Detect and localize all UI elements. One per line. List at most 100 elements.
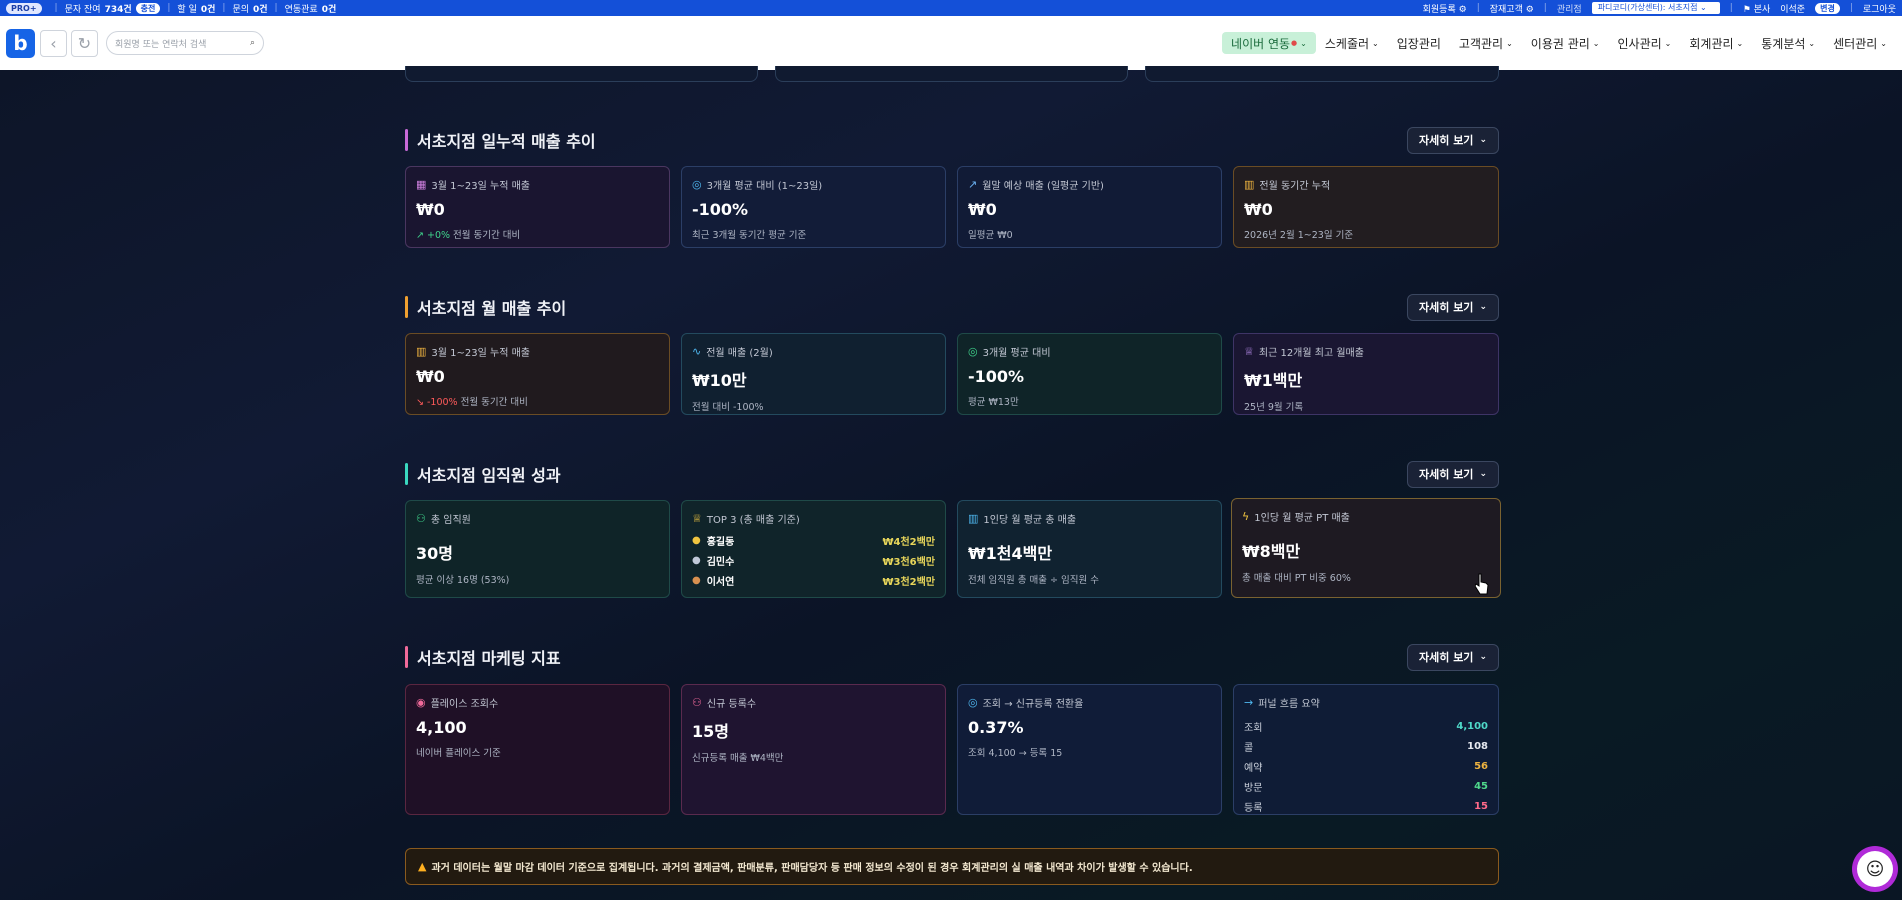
metric-value: 30명 [416, 544, 453, 563]
metric-value: ₩0 [416, 200, 445, 219]
metric-sub: 네이버 플레이스 기준 [416, 748, 501, 759]
menu-center[interactable]: 센터관리 ⌄ [1824, 35, 1896, 52]
bar-chart-icon: ▥ [968, 512, 979, 525]
menu-naver-link[interactable]: 네이버 연동 ● ⌄ [1222, 32, 1316, 54]
member-search-input[interactable]: 회원명 또는 연락처 검색 ⌕ [106, 31, 264, 55]
todo-label[interactable]: 할 일 [177, 2, 196, 15]
section-title: 서초지점 월 매출 추이 [417, 299, 567, 318]
funnel-row: 콜 108 [1244, 741, 1488, 754]
metric-sub: 최근 3개월 동기간 평균 기준 [692, 230, 807, 241]
metric-sub: 조회 4,100 → 등록 15 [968, 748, 1063, 759]
chevron-down-icon: ⌄ [1479, 302, 1487, 312]
conversion-rate-card: ◎ 조회 → 신규등록 전환율 0.37% 조회 4,100 → 등록 15 [957, 684, 1222, 815]
menu-hr[interactable]: 인사관리 ⌄ [1609, 35, 1681, 52]
three-month-avg-card: ◎ 3개월 평균 대비 -100% 평균 ₩13만 [957, 333, 1222, 415]
inquiry-label[interactable]: 문의 [232, 2, 249, 15]
prev-month-cumulative-card: ▥ 전월 동기간 누적 ₩0 2026년 2월 1~23일 기준 [1233, 166, 1499, 248]
menu-entry[interactable]: 입장관리 [1388, 35, 1450, 52]
section-title: 서초지점 마케팅 지표 [417, 649, 561, 668]
metric-value: ₩8백만 [1242, 542, 1301, 561]
refresh-button[interactable]: ↻ [71, 29, 98, 57]
metric-value: -100% [968, 367, 1025, 386]
section-title: 서초지점 일누적 매출 추이 [417, 132, 596, 151]
warning-icon: ▲ [418, 860, 427, 873]
chevron-down-icon: ⌄ [1479, 135, 1487, 145]
chevron-down-icon: ⌄ [1479, 652, 1487, 662]
metric-value: 0.37% [968, 718, 1024, 737]
metric-value: ₩1백만 [1244, 371, 1303, 390]
sms-label: 문자 잔여 [64, 4, 101, 15]
hq-link[interactable]: ⚑ 본사 [1743, 2, 1771, 15]
chevron-down-icon: ⌄ [1479, 469, 1487, 479]
new-signups-card: ⚇ 신규 등록수 15명 신규등록 매출 ₩4백만 [681, 684, 946, 815]
list-item: ● 김민수 ₩3천6백만 [692, 555, 935, 568]
metric-sub: 전월 대비 -100% [692, 402, 764, 413]
monthly-cumulative-card: ▥ 3월 1~23일 누적 매출 ₩0 ↘ -100% 전월 동기간 대비 [405, 333, 670, 415]
metric-sub: 2026년 2월 1~23일 기준 [1244, 230, 1354, 241]
metric-sub: 신규등록 매출 ₩4백만 [692, 753, 784, 764]
trend-up-icon: ↗ [968, 178, 978, 191]
funnel-row: 조회 4,100 [1244, 721, 1488, 734]
detail-button[interactable]: 자세히 보기 ⌄ [1407, 460, 1499, 488]
main-menu: 네이버 연동 ● ⌄ 스케줄러 ⌄ 입장관리 고객관리 ⌄ 이용권 관리 ⌄ 인사관리 ⌄ … [1222, 32, 1896, 54]
section-header: 서초지점 마케팅 지표 자세히 보기 ⌄ [405, 643, 1499, 671]
register-member-link[interactable]: 회원등록 ⚙ [1423, 2, 1467, 15]
detail-button[interactable]: 자세히 보기 ⌄ [1407, 126, 1499, 154]
top3-staff-card: ♕ TOP 3 (총 매출 기준) ● 홍길동 ₩4천2백만 ● 김민수 ₩3천6백만 ●… [681, 500, 946, 598]
section-accent-bar [405, 646, 408, 668]
notice-text: 과거 데이터는 월말 마감 데이터 기준으로 집계됩니다. 과거의 결제금액, … [431, 863, 1193, 874]
target-icon: ◎ [968, 696, 978, 709]
search-icon[interactable]: ⌕ [250, 38, 255, 48]
trend-up-icon: ↗ [416, 230, 427, 241]
contact-value: 0건 [321, 4, 337, 15]
chevron-down-icon: ⌄ [1372, 38, 1379, 48]
top-status-bar: PRO+ | 문자 잔여 734건 충전 | 할 일 0건 | 문의 0건 | … [0, 0, 1902, 16]
metric-sub: 25년 9월 기록 [1244, 402, 1304, 413]
menu-pass[interactable]: 이용권 관리 ⌄ [1522, 35, 1609, 52]
detail-button[interactable]: 자세히 보기 ⌄ [1407, 643, 1499, 671]
metric-sub: 일평균 ₩0 [968, 230, 1013, 241]
chevron-down-icon: ⌄ [1808, 38, 1816, 48]
back-button[interactable]: ‹ [40, 29, 67, 57]
menu-accounting[interactable]: 회계관리 ⌄ [1680, 35, 1752, 52]
bar-chart-icon: ▥ [1244, 178, 1255, 191]
trophy-icon: ♕ [692, 512, 702, 525]
dashboard-main: 서초지점 일누적 매출 추이 자세히 보기 ⌄ ▦ 3월 1~23일 누적 매출 ₩… [0, 66, 1902, 900]
bar-chart-icon: ▥ [416, 345, 427, 358]
brand-logo[interactable]: b [6, 28, 35, 58]
branch-select[interactable]: 파디코디(가상센터): 서초지점 ⌄ [1591, 2, 1720, 14]
metric-sub: 전체 임직원 총 매출 ÷ 임직원 수 [968, 575, 1099, 586]
metric-value: ₩10만 [692, 371, 747, 390]
main-navbar: b ‹ ↻ 회원명 또는 연락처 검색 ⌕ 네이버 연동 ● ⌄ 스케줄러 ⌄ 입장관… [0, 16, 1902, 70]
menu-customer[interactable]: 고객관리 ⌄ [1450, 35, 1522, 52]
refresh-icon: ↻ [77, 33, 92, 53]
manage-label: 관리점 [1556, 4, 1582, 15]
chevron-down-icon: ⌄ [1506, 38, 1513, 48]
chatbot-button[interactable]: ☺ [1852, 846, 1898, 892]
menu-scheduler[interactable]: 스케줄러 ⌄ [1316, 35, 1388, 52]
change-user-button[interactable]: 변경 [1815, 2, 1840, 14]
logout-link[interactable]: 로그아웃 [1863, 2, 1896, 15]
prev-month-sales-card: ∿ 전월 매출 (2월) ₩10만 전월 대비 -100% [681, 333, 946, 415]
inquiry-value: 0건 [253, 4, 268, 15]
headset-icon: ☺ [1857, 851, 1893, 887]
detail-button[interactable]: 자세히 보기 ⌄ [1407, 293, 1499, 321]
sms-charge-button[interactable]: 충전 [135, 2, 161, 14]
section-title: 서초지점 임직원 성과 [417, 466, 561, 485]
section-header: 서초지점 일누적 매출 추이 자세히 보기 ⌄ [405, 126, 1499, 154]
prospect-link[interactable]: 잠재고객 ⚙ [1490, 2, 1534, 15]
data-notice-banner: ▲ 과거 데이터는 월말 마감 데이터 기준으로 집계됩니다. 과거의 결제금액… [405, 848, 1499, 885]
metric-sub: 평균 ₩13만 [968, 397, 1019, 408]
contact-label[interactable]: 연동관료 [285, 2, 318, 15]
avg-pt-sales-card[interactable]: ϟ 1인당 월 평균 PT 매출 ₩8백만 총 매출 대비 PT 비중 60% [1231, 498, 1501, 598]
place-views-card: ◉ 플레이스 조회수 4,100 네이버 플레이스 기준 [405, 684, 670, 815]
todo-value: 0건 [200, 4, 216, 15]
metric-value: 4,100 [416, 718, 467, 737]
daily-cumulative-card: ▦ 3월 1~23일 누적 매출 ₩0 ↗ +0% 전월 동기간 대비 [405, 166, 670, 248]
list-item: ● 홍길동 ₩4천2백만 [692, 535, 935, 548]
metric-sub: 평균 이상 16명 (53%) [416, 575, 510, 586]
funnel-row: 예약 56 [1244, 761, 1488, 774]
trend-down-icon: ↘ [416, 397, 427, 408]
menu-stats[interactable]: 통계분석 ⌄ [1752, 35, 1824, 52]
chevron-left-icon: ‹ [50, 33, 57, 53]
